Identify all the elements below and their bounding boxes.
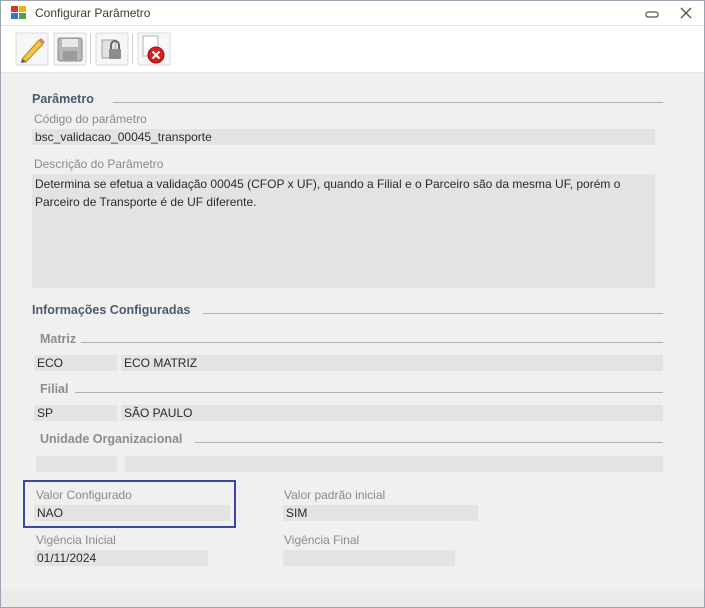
- descricao-parametro-field[interactable]: Determina se efetua a validação 00045 (C…: [32, 174, 655, 288]
- valor-padrao-inicial-label: Valor padrão inicial: [284, 488, 386, 502]
- matriz-title: Matriz: [40, 332, 77, 346]
- section-divider: [81, 342, 663, 343]
- window-title: Configurar Parâmetro: [35, 6, 151, 20]
- filial-title: Filial: [40, 382, 69, 396]
- descricao-parametro-label: Descrição do Parâmetro: [34, 157, 164, 171]
- vigencia-inicial-label: Vigência Inicial: [36, 533, 116, 547]
- edit-pencil-icon[interactable]: [15, 32, 49, 66]
- filial-name-field[interactable]: SÃO PAULO: [121, 405, 663, 421]
- section-divider: [113, 102, 663, 103]
- lock-icon[interactable]: [95, 32, 129, 66]
- valor-configurado-field[interactable]: NAO: [34, 505, 230, 521]
- section-divider: [75, 392, 663, 393]
- minimize-icon[interactable]: [641, 4, 663, 22]
- unidade-name-field[interactable]: [125, 456, 663, 472]
- section-divider: [203, 313, 663, 314]
- cancel-icon[interactable]: [137, 32, 171, 66]
- matriz-name-field[interactable]: ECO MATRIZ: [121, 355, 663, 371]
- vigencia-inicial-field[interactable]: 01/11/2024: [34, 550, 208, 566]
- matriz-code-field[interactable]: ECO: [34, 355, 117, 371]
- unidade-code-field[interactable]: [36, 456, 117, 472]
- bottom-strip: [1, 591, 704, 607]
- codigo-parametro-field[interactable]: bsc_validacao_00045_transporte: [32, 129, 655, 145]
- title-bar: Configurar Parâmetro: [1, 1, 704, 26]
- form-content: Parâmetro Código do parâmetro bsc_valida…: [15, 81, 689, 581]
- save-disk-icon[interactable]: [53, 32, 87, 66]
- configurar-parametro-window: Configurar Parâmetro Parâmetro Código do…: [0, 0, 705, 608]
- vigencia-final-label: Vigência Final: [284, 533, 360, 547]
- close-icon[interactable]: [675, 4, 697, 22]
- toolbar-separator: [90, 34, 91, 64]
- filial-code-field[interactable]: SP: [34, 405, 117, 421]
- section-divider: [195, 442, 663, 443]
- app-icon: [11, 6, 26, 19]
- vigencia-final-field[interactable]: [283, 550, 455, 566]
- informacoes-section-title: Informações Configuradas: [32, 303, 191, 317]
- codigo-parametro-label: Código do parâmetro: [34, 112, 147, 126]
- parametro-section-title: Parâmetro: [32, 92, 94, 106]
- toolbar: [1, 26, 704, 73]
- valor-padrao-inicial-field[interactable]: SIM: [283, 505, 478, 521]
- toolbar-separator: [132, 34, 133, 64]
- unidade-organizacional-title: Unidade Organizacional: [40, 432, 183, 446]
- valor-configurado-label: Valor Configurado: [36, 488, 132, 502]
